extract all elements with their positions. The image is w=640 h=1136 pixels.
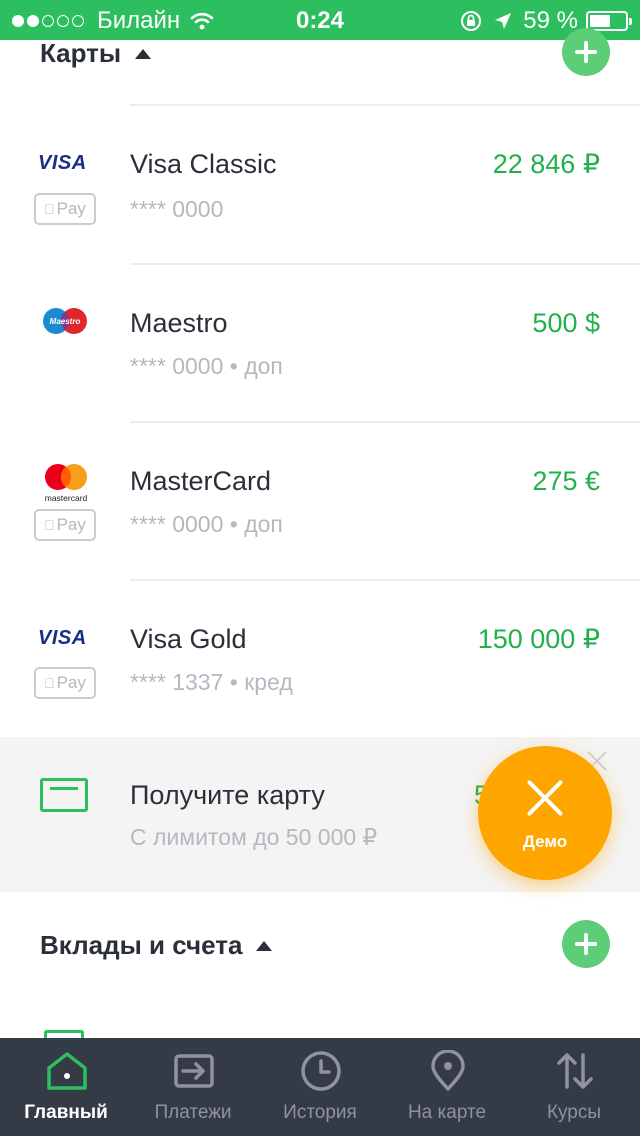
card-row-maestro[interactable]: Maestro Maestro **** 0000 • доп 500 $ (0, 265, 640, 421)
status-bar: Билайн 0:24 59 % (0, 0, 640, 40)
collapse-triangle-icon (256, 940, 273, 951)
credit-card-icon (40, 778, 88, 812)
maestro-logo-icon: Maestro (43, 308, 87, 334)
card-balance: 150 000 ₽ (477, 624, 600, 654)
tab-rates[interactable]: Курсы (510, 1038, 638, 1136)
orientation-lock-icon (461, 11, 482, 31)
status-right: 59 % (459, 7, 632, 35)
battery-level (590, 15, 610, 27)
tab-label: На карте (407, 1102, 487, 1123)
tab-map[interactable]: На карте (383, 1038, 511, 1136)
tab-label: Главный (24, 1102, 108, 1123)
apple-pay-badge-icon: Pay (34, 193, 96, 225)
payments-icon (174, 1054, 214, 1088)
tab-payments[interactable]: Платежи (129, 1038, 257, 1136)
add-deposit-button[interactable] (562, 920, 610, 968)
card-balance: 22 846 ₽ (492, 149, 600, 179)
card-balance: 500 $ (532, 308, 600, 338)
demo-button[interactable]: Демо (478, 746, 612, 880)
tab-home[interactable]: Главный (2, 1038, 130, 1136)
card-row-mastercard[interactable]: mastercard Pay MasterCard **** 0000 • д… (0, 423, 640, 579)
card-row-visa-classic[interactable]: VISA Pay Visa Classic **** 0000 22 846 … (0, 106, 640, 263)
banner-title: Получите карту (130, 780, 325, 810)
mastercard-logo-icon: mastercard (45, 464, 88, 503)
card-number: **** 0000 • доп (130, 511, 283, 537)
deposits-section-title: Вклады и счета (40, 930, 243, 960)
map-pin-icon (431, 1050, 465, 1091)
cards-section-title: Карты (40, 38, 122, 68)
battery-percent: 59 % (523, 7, 578, 34)
svg-text:mastercard: mastercard (45, 493, 88, 503)
card-name: Visa Classic (130, 149, 277, 179)
card-name: MasterCard (130, 466, 272, 496)
collapse-triangle-icon (135, 48, 152, 59)
cards-section-header[interactable]: Карты (40, 38, 152, 69)
tab-bar: Главный Платежи История На карте Курсы (0, 1038, 640, 1136)
tab-history[interactable]: История (256, 1038, 384, 1136)
visa-logo-icon: VISA (38, 627, 87, 649)
card-number: **** 1337 • кред (130, 669, 293, 695)
tab-label: История (283, 1102, 357, 1123)
banner-subtitle: С лимитом до 50 000 ₽ (130, 824, 378, 850)
add-card-button[interactable] (562, 28, 610, 76)
svg-text:Maestro: Maestro (50, 317, 81, 326)
location-arrow-icon (495, 13, 512, 29)
home-icon (47, 1052, 87, 1090)
tab-label: Платежи (154, 1102, 232, 1123)
apple-pay-badge-icon: Pay (34, 667, 96, 699)
exchange-arrows-icon (557, 1053, 593, 1089)
card-number: **** 0000 • доп (130, 353, 283, 379)
demo-label: Демо (522, 832, 568, 851)
apple-pay-badge-icon: Pay (34, 509, 96, 541)
deposits-section-header[interactable]: Вклады и счета (40, 930, 273, 961)
card-balance: 275 € (532, 466, 600, 496)
close-icon (525, 778, 565, 818)
tab-label: Курсы (546, 1102, 602, 1123)
card-name: Maestro (130, 308, 228, 338)
card-name: Visa Gold (130, 624, 247, 654)
clock-icon (301, 1051, 341, 1091)
card-row-visa-gold[interactable]: VISA Pay Visa Gold **** 1337 • кред 150… (0, 581, 640, 737)
card-number: **** 0000 (130, 196, 224, 222)
visa-logo-icon: VISA (38, 152, 87, 174)
